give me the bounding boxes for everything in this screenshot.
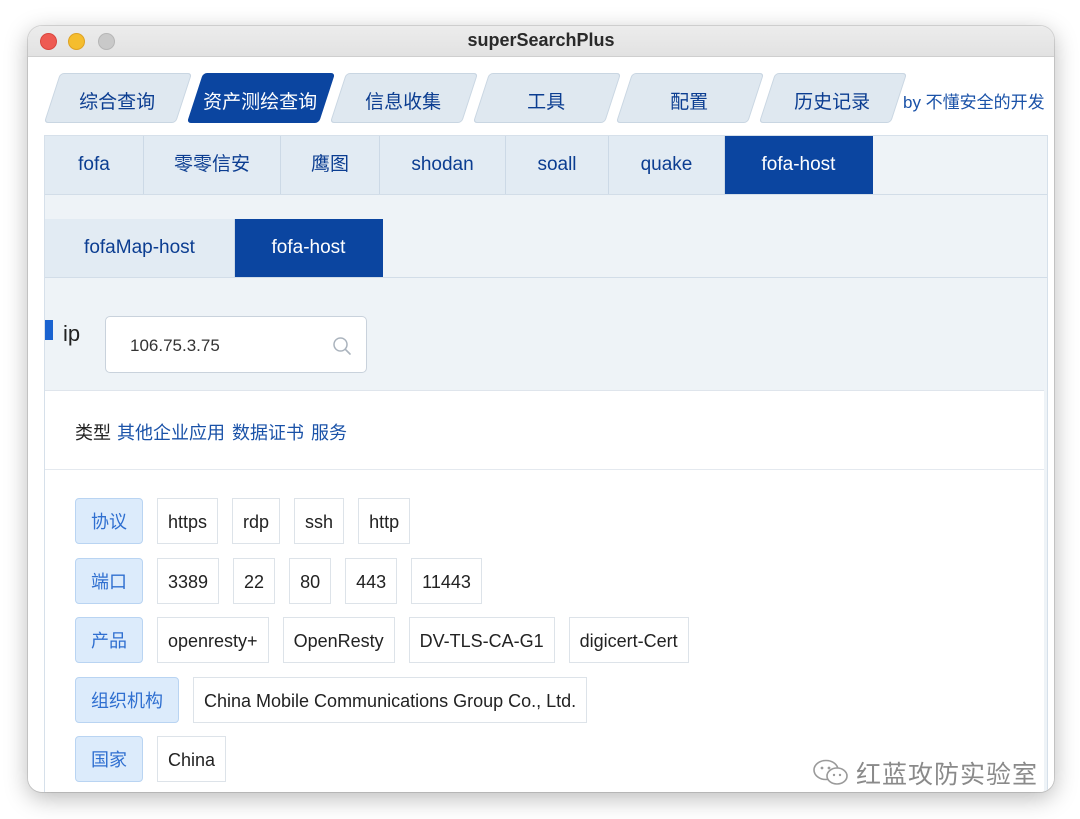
result-card: 类型 其他企业应用 数据证书 服务 协议 https rdp ssh http 端口 … <box>45 390 1044 792</box>
tab-quake[interactable]: quake <box>609 136 725 194</box>
port-row: 端口 3389 22 80 443 11443 <box>75 558 496 604</box>
ip-label: ip <box>63 321 81 346</box>
section-marker <box>45 320 53 340</box>
main-tab-asset-mapping-query[interactable]: 资产测绘查询 <box>186 73 336 123</box>
title-bar: superSearchPlus <box>28 26 1054 57</box>
main-tab-comprehensive-query[interactable]: 综合查询 <box>43 73 193 123</box>
row-label: 产品 <box>75 617 143 663</box>
country-row: 国家 China <box>75 736 240 782</box>
product-chip[interactable]: DV-TLS-CA-G1 <box>408 617 555 663</box>
author-credit: by 不懂安全的开发 <box>903 93 1045 112</box>
tab-fofa[interactable]: fofa <box>45 136 144 194</box>
window-title: superSearchPlus <box>467 30 615 50</box>
tab-shodan[interactable]: shodan <box>380 136 506 194</box>
tab-fofamap-host[interactable]: fofaMap-host <box>45 219 235 277</box>
protocol-chip[interactable]: http <box>358 498 411 544</box>
port-chip[interactable]: 80 <box>289 558 332 604</box>
row-label: 端口 <box>75 558 143 604</box>
protocol-row: 协议 https rdp ssh http <box>75 498 424 544</box>
port-chip[interactable]: 11443 <box>411 558 482 604</box>
tab-fofa-host-inner[interactable]: fofa-host <box>235 219 383 277</box>
divider <box>45 469 1044 470</box>
engine-tabs: fofa 零零信安 鹰图 shodan soall quake fofa-hos… <box>45 136 873 194</box>
main-tab-info-collection[interactable]: 信息收集 <box>329 73 479 123</box>
divider <box>45 277 1047 278</box>
row-label: 国家 <box>75 736 143 782</box>
query-panel: fofa 零零信安 鹰图 shodan soall quake fofa-hos… <box>44 135 1048 792</box>
wechat-icon <box>813 759 848 785</box>
row-label: 协议 <box>75 498 143 544</box>
protocol-chip[interactable]: rdp <box>232 498 281 544</box>
host-tabs: fofaMap-host fofa-host <box>45 219 383 277</box>
main-tab-history[interactable]: 历史记录 <box>758 73 908 123</box>
app-content: 综合查询 资产测绘查询 信息收集 工具 配置 历史记录 by 不懂安全的开发 f… <box>28 57 1054 792</box>
main-tab-label: 工具 <box>527 92 566 113</box>
app-window: superSearchPlus 综合查询 资产测绘查询 信息收集 工具 配置 历… <box>28 26 1054 792</box>
product-row: 产品 openresty+ OpenResty DV-TLS-CA-G1 dig… <box>75 617 703 663</box>
row-label: 组织机构 <box>75 677 179 723</box>
ip-input[interactable] <box>128 333 322 359</box>
product-chip[interactable]: openresty+ <box>157 617 269 663</box>
tab-zero-zero-xinan[interactable]: 零零信安 <box>144 136 281 194</box>
type-row: 类型 其他企业应用 数据证书 服务 <box>75 419 354 445</box>
organization-chip[interactable]: China Mobile Communications Group Co., L… <box>193 677 588 723</box>
tab-fofa-host[interactable]: fofa-host <box>725 136 873 194</box>
port-chip[interactable]: 443 <box>345 558 398 604</box>
protocol-chip[interactable]: https <box>157 498 219 544</box>
type-label: 类型 <box>75 423 111 443</box>
divider <box>45 194 1047 195</box>
main-tab-label: 资产测绘查询 <box>203 92 318 113</box>
organization-row: 组织机构 China Mobile Communications Group C… <box>75 677 601 723</box>
protocol-chip[interactable]: ssh <box>294 498 345 544</box>
tab-soall[interactable]: soall <box>506 136 609 194</box>
ip-search-field[interactable] <box>105 316 367 373</box>
type-link[interactable]: 服务 <box>311 423 347 443</box>
search-icon[interactable] <box>332 336 352 356</box>
main-tab-tools[interactable]: 工具 <box>472 73 622 123</box>
port-chip[interactable]: 3389 <box>157 558 220 604</box>
watermark: 红蓝攻防实验室 <box>812 755 1038 791</box>
product-chip[interactable]: digicert-Cert <box>568 617 689 663</box>
watermark-text: 红蓝攻防实验室 <box>856 761 1039 789</box>
product-chip[interactable]: OpenResty <box>282 617 395 663</box>
main-tab-config[interactable]: 配置 <box>615 73 765 123</box>
type-link[interactable]: 其他企业应用 <box>117 423 225 443</box>
port-chip[interactable]: 22 <box>233 558 276 604</box>
main-tab-label: 综合查询 <box>79 92 156 113</box>
main-tab-label: 历史记录 <box>794 92 871 113</box>
main-tab-label: 配置 <box>670 92 709 113</box>
type-link[interactable]: 数据证书 <box>232 423 304 443</box>
main-tab-label: 信息收集 <box>365 92 442 113</box>
country-chip[interactable]: China <box>157 736 227 782</box>
tab-hunter[interactable]: 鹰图 <box>281 136 380 194</box>
